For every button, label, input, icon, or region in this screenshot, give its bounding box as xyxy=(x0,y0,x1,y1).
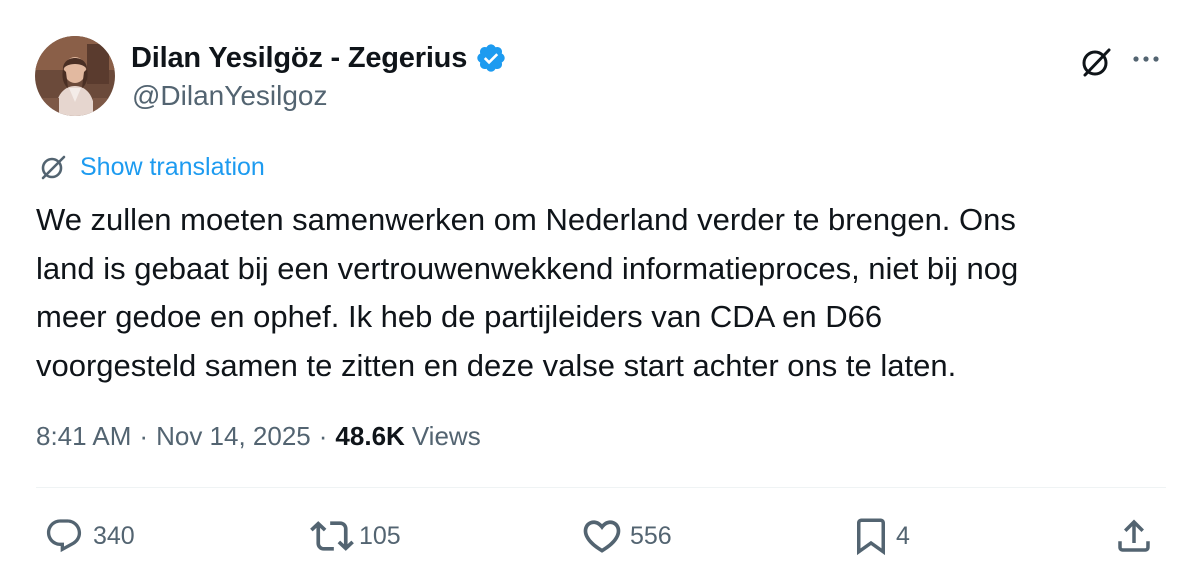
repost-icon xyxy=(310,521,354,551)
divider xyxy=(36,487,1166,488)
grok-icon xyxy=(36,150,70,184)
reply-count: 340 xyxy=(93,521,135,550)
grok-icon[interactable] xyxy=(1076,42,1116,82)
tweet-text-line: voorgesteld samen te zitten en deze vals… xyxy=(36,347,957,383)
views-count: 48.6K xyxy=(335,420,405,451)
author-display-name[interactable]: Dilan Yesilgöz - Zegerius xyxy=(131,42,467,75)
author-handle[interactable]: @DilanYesilgoz xyxy=(132,80,328,112)
meta-separator: · xyxy=(318,420,328,451)
meta-separator: · xyxy=(139,420,149,451)
avatar[interactable] xyxy=(35,36,115,116)
tweet-text: We zullen moeten samenwerken om Nederlan… xyxy=(36,196,1166,390)
reply-button[interactable]: 340 xyxy=(44,516,135,556)
tweet-text-line: We zullen moeten samenwerken om Nederlan… xyxy=(36,202,1016,237)
tweet-date[interactable]: Nov 14, 2025 xyxy=(156,421,311,452)
bookmark-icon xyxy=(857,518,885,556)
bookmark-count: 4 xyxy=(896,521,910,550)
share-icon xyxy=(1118,519,1150,552)
like-count: 556 xyxy=(630,521,672,550)
tweet-text-line: meer gedoe en ophef. Ik heb de partijlei… xyxy=(36,299,883,334)
bookmark-button[interactable]: 4 xyxy=(850,516,910,556)
tweet-text-line: land is gebaat bij een vertrouwenwekkend… xyxy=(36,250,1019,286)
share-button[interactable] xyxy=(1113,516,1155,556)
reply-icon xyxy=(46,519,82,553)
repost-button[interactable]: 105 xyxy=(310,516,401,556)
show-translation-row[interactable]: Show translation xyxy=(36,150,265,184)
verified-badge-icon[interactable] xyxy=(475,42,507,74)
heart-icon xyxy=(583,520,621,553)
tweet-meta: 8:41 AM · Nov 14, 2025 · 48.6K Views xyxy=(36,418,481,454)
tweet-card: Dilan Yesilgöz - Zegerius @DilanYesilgoz xyxy=(0,0,1204,580)
repost-count: 105 xyxy=(359,521,401,550)
show-translation-link[interactable]: Show translation xyxy=(80,153,265,182)
more-horizontal-icon[interactable] xyxy=(1124,42,1168,78)
author-name-row: Dilan Yesilgöz - Zegerius xyxy=(131,38,507,78)
tweet-time[interactable]: 8:41 AM xyxy=(36,421,131,452)
like-button[interactable]: 556 xyxy=(580,516,672,556)
views-label: Views xyxy=(411,420,481,451)
